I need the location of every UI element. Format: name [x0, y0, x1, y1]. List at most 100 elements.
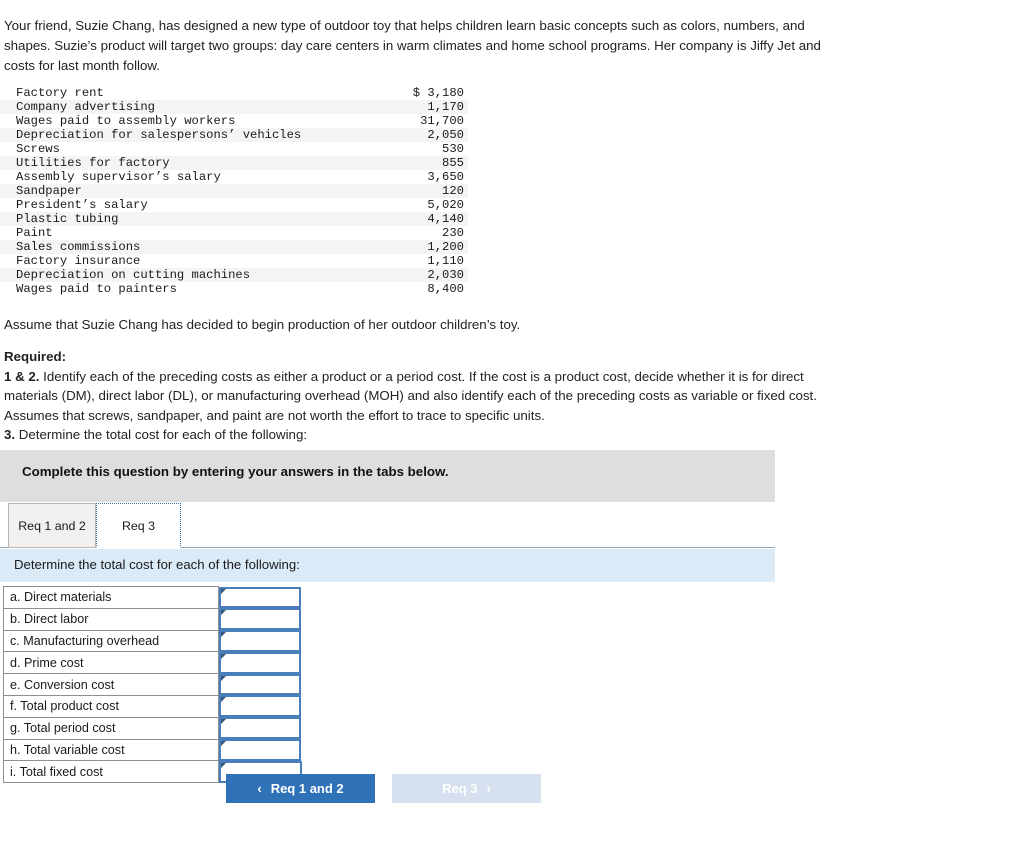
- cost-listing-body: Factory rent $ 3,180 Company advertising 1,…: [0, 86, 468, 296]
- answer-row: h. Total variable cost: [3, 738, 302, 762]
- tab-req-3-label: Req 3: [121, 518, 156, 533]
- cost-row-label: Wages paid to painters: [16, 282, 177, 296]
- required-item-3-number: 3.: [4, 427, 16, 442]
- answer-row-label: f. Total product cost: [3, 694, 219, 718]
- cost-row-label: Factory rent: [16, 86, 104, 100]
- answer-input[interactable]: [219, 717, 301, 740]
- cost-row-amount: 2,030: [427, 268, 464, 282]
- tab-strip: Req 1 and 2 Req 3: [0, 503, 775, 548]
- cost-row-amount: 1,200: [427, 240, 464, 254]
- answer-row: a. Direct materials: [3, 586, 302, 609]
- answer-row-label: d. Prime cost: [3, 651, 219, 675]
- required-block: Required: 1 & 2. Identify each of the pr…: [4, 347, 849, 445]
- answer-input-cell[interactable]: [218, 717, 302, 740]
- instruction-banner-text: Complete this question by entering your …: [22, 464, 449, 479]
- answer-entry-table: a. Direct materials b. Direct labor c. Man…: [3, 586, 302, 784]
- answer-entry-body: a. Direct materials b. Direct labor c. Man…: [3, 586, 302, 784]
- tab-req-3[interactable]: Req 3: [96, 503, 181, 548]
- cost-row: Factory insurance 1,110: [0, 254, 468, 268]
- cost-row-amount: 8,400: [427, 282, 464, 296]
- answer-row: g. Total period cost: [3, 716, 302, 740]
- cost-listing-table: Factory rent $ 3,180 Company advertising 1,…: [0, 86, 468, 296]
- prev-req-1-and-2-button[interactable]: ‹ Req 1 and 2: [226, 774, 375, 803]
- answer-row-label: e. Conversion cost: [3, 673, 219, 696]
- cost-row-label: Utilities for factory: [16, 156, 170, 170]
- assume-line: Assume that Suzie Chang has decided to b…: [4, 317, 521, 332]
- cost-row: Wages paid to assembly workers 31,700: [0, 114, 468, 128]
- answer-row: c. Manufacturing overhead: [3, 629, 302, 653]
- cost-row: Assembly supervisor’s salary 3,650: [0, 170, 468, 184]
- answer-input[interactable]: [219, 586, 301, 609]
- required-item-3-text: Determine the total cost for each of the…: [15, 427, 308, 442]
- cost-row: Paint 230: [0, 226, 468, 240]
- answer-input-cell[interactable]: [218, 673, 302, 696]
- answer-row: d. Prime cost: [3, 651, 302, 675]
- cost-row-amount: 120: [442, 184, 464, 198]
- required-heading: Required:: [4, 349, 67, 364]
- answer-input-cell[interactable]: [218, 608, 302, 631]
- answer-input-cell[interactable]: [218, 695, 302, 718]
- answer-input[interactable]: [219, 673, 301, 696]
- answer-row-label: g. Total period cost: [3, 716, 219, 740]
- answer-input[interactable]: [219, 651, 301, 674]
- answer-row: e. Conversion cost: [3, 673, 302, 696]
- answer-row: b. Direct labor: [3, 607, 302, 631]
- required-item-1-2: 1 & 2. Identify each of the preceding co…: [4, 367, 849, 426]
- cost-row: Factory rent $ 3,180: [0, 86, 468, 100]
- cost-row-amount: 1,170: [427, 100, 464, 114]
- cost-row-amount: 31,700: [420, 114, 464, 128]
- cost-row-amount: 230: [442, 226, 464, 240]
- intro-paragraph: Your friend, Suzie Chang, has designed a…: [4, 18, 821, 73]
- cost-row-label: Depreciation for salespersons’ vehicles: [16, 128, 302, 142]
- cost-row: President’s salary 5,020: [0, 198, 468, 212]
- cost-row-label: President’s salary: [16, 198, 148, 212]
- answer-row-label: b. Direct labor: [3, 607, 219, 631]
- cost-row-amount: 2,050: [427, 128, 464, 142]
- answer-row-label: h. Total variable cost: [3, 738, 219, 762]
- answer-row-label: i. Total fixed cost: [3, 760, 219, 784]
- instruction-banner: Complete this question by entering your …: [0, 450, 775, 502]
- requirement-banner: Determine the total cost for each of the…: [0, 549, 775, 582]
- cost-row-amount: $ 3,180: [412, 86, 464, 100]
- cost-row-label: Paint: [16, 226, 53, 240]
- cost-row-amount: 3,650: [427, 170, 464, 184]
- cost-row-amount: 5,020: [427, 198, 464, 212]
- required-item-1-2-text: Identify each of the preceding costs as …: [4, 368, 817, 423]
- cost-row-label: Wages paid to assembly workers: [16, 114, 236, 128]
- cost-row: Sales commissions 1,200: [0, 240, 468, 254]
- cost-row-label: Sales commissions: [16, 240, 141, 254]
- cost-row: Screws 530: [0, 142, 468, 156]
- answer-input-cell[interactable]: [218, 586, 302, 609]
- cost-row: Depreciation on cutting machines 2,030: [0, 268, 468, 282]
- cost-row-label: Factory insurance: [16, 254, 141, 268]
- answer-row: f. Total product cost: [3, 694, 302, 718]
- cost-row-amount: 530: [442, 142, 464, 156]
- cost-row-label: Company advertising: [16, 100, 155, 114]
- cost-row-label: Depreciation on cutting machines: [16, 268, 251, 282]
- required-item-1-2-number: 1 & 2.: [4, 368, 40, 384]
- tab-req-1-and-2[interactable]: Req 1 and 2: [8, 503, 96, 548]
- answer-input-cell[interactable]: [218, 739, 302, 761]
- cost-row: Sandpaper 120: [0, 184, 468, 198]
- cost-row-amount: 4,140: [427, 212, 464, 226]
- chevron-right-icon: ›: [486, 781, 491, 796]
- answer-input-cell[interactable]: [218, 651, 302, 674]
- cost-row: Utilities for factory 855: [0, 156, 468, 170]
- cost-row: Plastic tubing 4,140: [0, 212, 468, 226]
- cost-row-amount: 1,110: [427, 254, 464, 268]
- next-req-3-button[interactable]: Req 3 ›: [392, 774, 541, 803]
- prev-req-1-and-2-label: Req 1 and 2: [270, 781, 344, 796]
- answer-input[interactable]: [219, 695, 301, 718]
- answer-input[interactable]: [219, 739, 301, 761]
- answer-input[interactable]: [219, 608, 301, 631]
- cost-row: Wages paid to painters 8,400: [0, 282, 468, 296]
- tab-req-1-and-2-label: Req 1 and 2: [18, 518, 86, 533]
- next-req-3-label: Req 3: [442, 781, 478, 796]
- cost-row-label: Plastic tubing: [16, 212, 119, 226]
- answer-input-cell[interactable]: [218, 630, 302, 652]
- cost-row-amount: 855: [442, 156, 464, 170]
- answer-row-label: a. Direct materials: [3, 586, 219, 609]
- answer-input[interactable]: [219, 630, 301, 652]
- requirement-banner-text: Determine the total cost for each of the…: [14, 557, 300, 572]
- cost-row: Depreciation for salespersons’ vehicles 2…: [0, 128, 468, 142]
